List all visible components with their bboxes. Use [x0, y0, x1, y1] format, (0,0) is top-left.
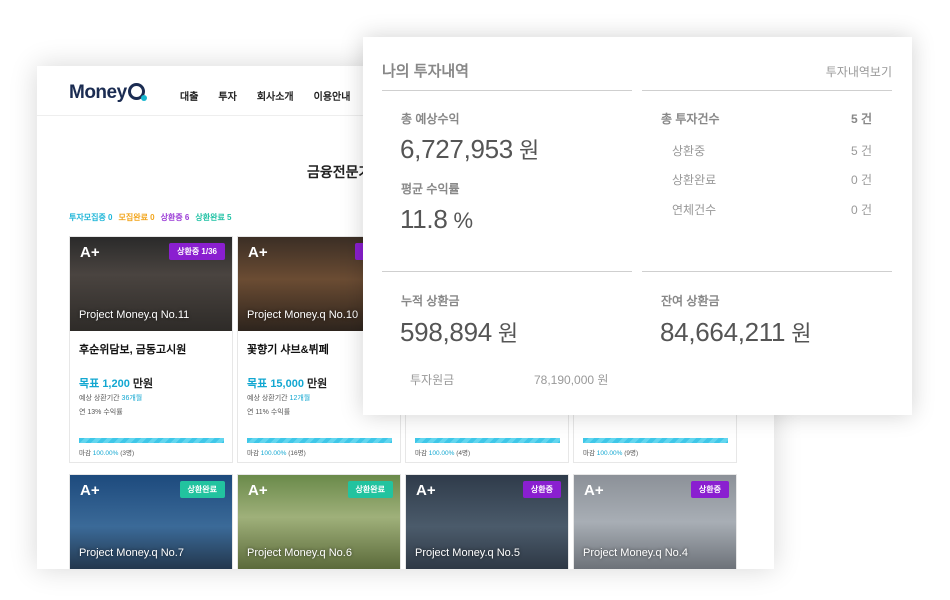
- project-name: Project Money.q No.7: [79, 547, 184, 559]
- return-rate: 연 11% 수익률: [247, 409, 291, 416]
- status-done[interactable]: 상환완료 5: [195, 212, 231, 223]
- nav-company[interactable]: 회사소개: [257, 88, 294, 103]
- overdue-value: 0 건: [850, 203, 872, 217]
- closing-status: 마감 100.00% (3명): [79, 450, 135, 457]
- project-name: Project Money.q No.5: [415, 547, 520, 559]
- nav-loan[interactable]: 대출: [180, 88, 198, 103]
- remaining-value: 84,664,211 원: [660, 317, 812, 347]
- grade-label: A+: [248, 482, 268, 499]
- panel-title: 나의 투자내역: [382, 63, 469, 80]
- project-name: Project Money.q No.10: [247, 309, 359, 321]
- project-card[interactable]: A+ 상환완료 Project Money.q No.6: [237, 474, 401, 569]
- card-body: 후순위담보, 금동고시원 목표 1,200 만원 예상 상환기간 36개월 연 …: [70, 331, 232, 462]
- progress-bar: [583, 438, 728, 443]
- logo-text: Money: [69, 82, 127, 103]
- project-image: A+ 상환중 1/36 Project Money.q No.11: [70, 237, 232, 331]
- project-image: A+ 상환완료 Project Money.q No.6: [238, 475, 400, 569]
- logo-q-icon: [127, 83, 147, 101]
- status-repaying[interactable]: 상환중 6: [161, 212, 190, 223]
- expected-period: 예상 상환기간 12개월: [247, 395, 311, 402]
- expected-period: 예상 상환기간 36개월: [79, 395, 143, 402]
- progress-bar: [247, 438, 392, 443]
- total-count-label: 총 투자건수: [661, 112, 720, 126]
- avg-rate-label: 평균 수익률: [401, 182, 460, 196]
- cumulative-label: 누적 상환금: [401, 294, 460, 308]
- project-image: A+ 상환중 Project Money.q No.4: [574, 475, 736, 569]
- cumulative-value: 598,894 원: [400, 317, 518, 347]
- project-image: A+ 상환중 Project Money.q No.5: [406, 475, 568, 569]
- progress-bar: [415, 438, 560, 443]
- status-badge: 상환중: [690, 481, 729, 498]
- project-name: Project Money.q No.11: [79, 309, 190, 321]
- project-image: A+ 상환완료 Project Money.q No.7: [70, 475, 232, 569]
- progress-bar: [79, 438, 224, 443]
- repaid-value: 0 건: [850, 173, 872, 187]
- divider: [642, 90, 892, 91]
- return-rate: 연 13% 수익률: [79, 409, 123, 416]
- grade-label: A+: [584, 482, 604, 499]
- total-count-value: 5 건: [850, 112, 872, 126]
- divider: [642, 271, 892, 272]
- status-recruiting[interactable]: 모집완료 0: [118, 212, 154, 223]
- target-amount: 목표 15,000 만원: [247, 378, 328, 390]
- status-badge: 상환중 1/36: [169, 243, 225, 260]
- closing-status: 마감 100.00% (4명): [415, 450, 471, 457]
- my-investment-panel: 나의 투자내역 투자내역보기 총 예상수익 6,727,953 원 평균 수익률 …: [363, 37, 912, 415]
- grade-label: A+: [80, 482, 100, 499]
- repaying-label: 상환중: [672, 144, 706, 158]
- section-title: 금융전문가: [307, 164, 372, 180]
- divider: [382, 90, 632, 91]
- status-badge: 상환중: [522, 481, 561, 498]
- divider: [382, 271, 632, 272]
- grade-label: A+: [248, 244, 268, 261]
- overdue-label: 연체건수: [672, 203, 717, 217]
- repaying-value: 5 건: [850, 144, 872, 158]
- principal-value: 78,190,000 원: [534, 373, 609, 387]
- grade-label: A+: [416, 482, 436, 499]
- project-card[interactable]: A+ 상환완료 Project Money.q No.7: [69, 474, 233, 569]
- remaining-label: 잔여 상환금: [661, 294, 720, 308]
- view-investments-link[interactable]: 투자내역보기: [826, 63, 892, 80]
- status-open[interactable]: 투자모집중 0: [69, 212, 112, 223]
- card-title: 후순위담보, 금동고시원: [79, 344, 187, 356]
- repaid-label: 상환완료: [672, 173, 717, 187]
- status-badge: 상환완료: [347, 481, 393, 498]
- closing-status: 마감 100.00% (16명): [247, 450, 306, 457]
- expected-profit-label: 총 예상수익: [401, 112, 460, 126]
- project-name: Project Money.q No.6: [247, 547, 352, 559]
- project-name: Project Money.q No.4: [583, 547, 688, 559]
- principal-label: 투자원금: [410, 373, 455, 387]
- money-q-logo[interactable]: Money: [69, 82, 147, 104]
- nav-invest[interactable]: 투자: [218, 88, 236, 103]
- closing-status: 마감 100.00% (9명): [583, 450, 639, 457]
- target-amount: 목표 1,200 만원: [79, 378, 154, 390]
- grade-label: A+: [80, 244, 100, 261]
- status-filter-row: 투자모집중 0 모집완료 0 상환중 6 상환완료 5: [69, 212, 232, 223]
- status-badge: 상환완료: [179, 481, 225, 498]
- project-card[interactable]: A+ 상환중 Project Money.q No.5: [405, 474, 569, 569]
- main-nav: 대출 투자 회사소개 이용안내: [180, 88, 350, 103]
- avg-rate-value: 11.8%: [400, 204, 473, 234]
- nav-guide[interactable]: 이용안내: [314, 88, 351, 103]
- project-card[interactable]: A+ 상환중 Project Money.q No.4: [573, 474, 737, 569]
- expected-profit-value: 6,727,953 원: [400, 134, 539, 164]
- project-card[interactable]: A+ 상환중 1/36 Project Money.q No.11 후순위담보,…: [69, 236, 233, 463]
